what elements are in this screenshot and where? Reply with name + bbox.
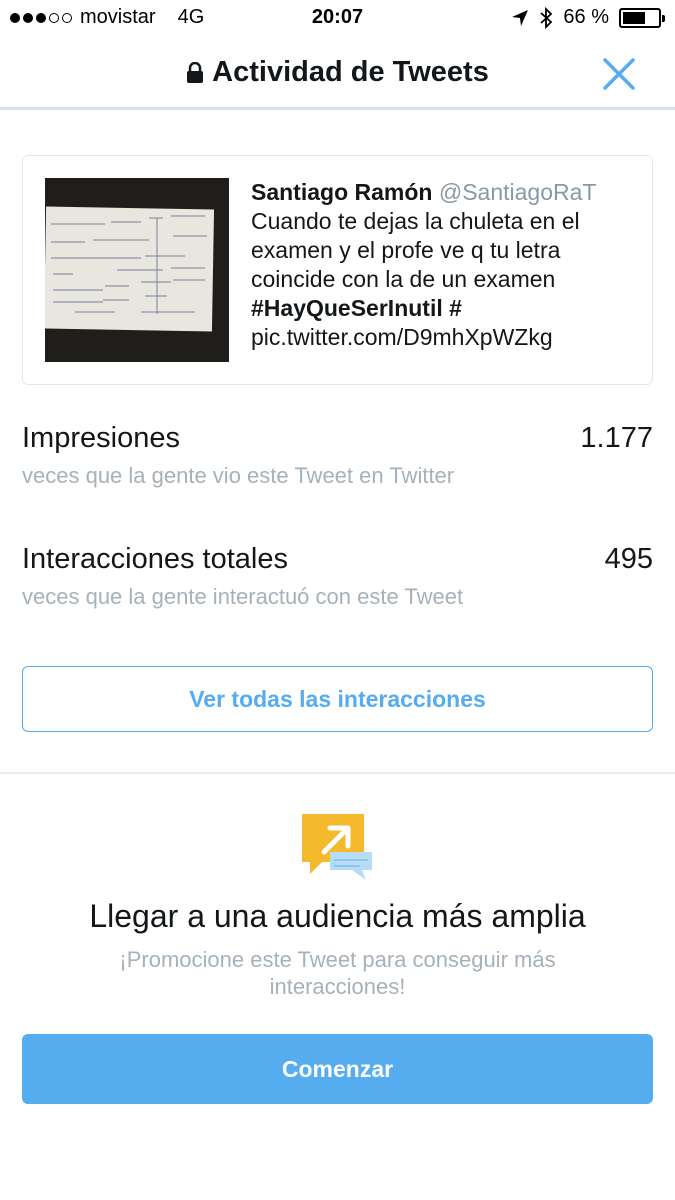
- close-icon: [603, 58, 635, 90]
- get-started-button[interactable]: Comenzar: [22, 1034, 653, 1104]
- page-title: Actividad de Tweets: [0, 56, 675, 89]
- close-button[interactable]: [601, 56, 637, 92]
- engagements-value: 495: [604, 543, 653, 575]
- engagements-label: Interacciones totales: [22, 543, 288, 575]
- promote-icon: [302, 814, 372, 880]
- engagements-stat: Interacciones totales 495 veces que la g…: [22, 543, 653, 610]
- nav-bar: Actividad de Tweets: [0, 38, 675, 110]
- impressions-label: Impresiones: [22, 422, 180, 454]
- view-all-engagements-button[interactable]: Ver todas las interacciones: [22, 666, 653, 732]
- impressions-description: veces que la gente vio este Tweet en Twi…: [22, 463, 455, 488]
- bluetooth-icon: [540, 6, 553, 29]
- battery-icon: [619, 7, 665, 28]
- tweet-author-name[interactable]: Santiago Ramón: [251, 179, 432, 205]
- battery-percent: 66 %: [563, 6, 609, 28]
- impressions-value: 1.177: [580, 422, 653, 454]
- section-divider: [0, 772, 675, 774]
- engagements-description: veces que la gente interactuó con este T…: [22, 584, 464, 609]
- location-arrow-icon: [512, 9, 529, 26]
- promo-title: Llegar a una audiencia más amplia: [89, 898, 586, 934]
- tweet-photo-thumbnail: [45, 178, 229, 362]
- promo-description: ¡Promocione este Tweet para conseguir má…: [119, 947, 556, 999]
- tweet-author-handle[interactable]: @SantiagoRaT: [439, 179, 597, 205]
- tweet-body: Cuando te dejas la chuleta en el examen …: [251, 208, 580, 292]
- tweet-hash-symbol: #: [449, 295, 462, 321]
- lock-icon: [187, 61, 204, 83]
- page-title-text: Actividad de Tweets: [212, 56, 489, 88]
- tweet-hashtag[interactable]: #HayQueSerInutil: [251, 295, 443, 321]
- tweet-link[interactable]: pic.twitter.com/D9mhXpWZkg: [251, 324, 553, 350]
- status-right: 66 %: [511, 6, 665, 29]
- tweet-card[interactable]: Santiago Ramón @SantiagoRaT Cuando te de…: [22, 155, 653, 385]
- tweet-image[interactable]: [45, 178, 229, 362]
- tweet-text: Santiago Ramón @SantiagoRaT Cuando te de…: [251, 178, 631, 352]
- impressions-stat: Impresiones 1.177 veces que la gente vio…: [22, 422, 653, 489]
- status-bar: movistar 4G 20:07 66 %: [0, 0, 675, 38]
